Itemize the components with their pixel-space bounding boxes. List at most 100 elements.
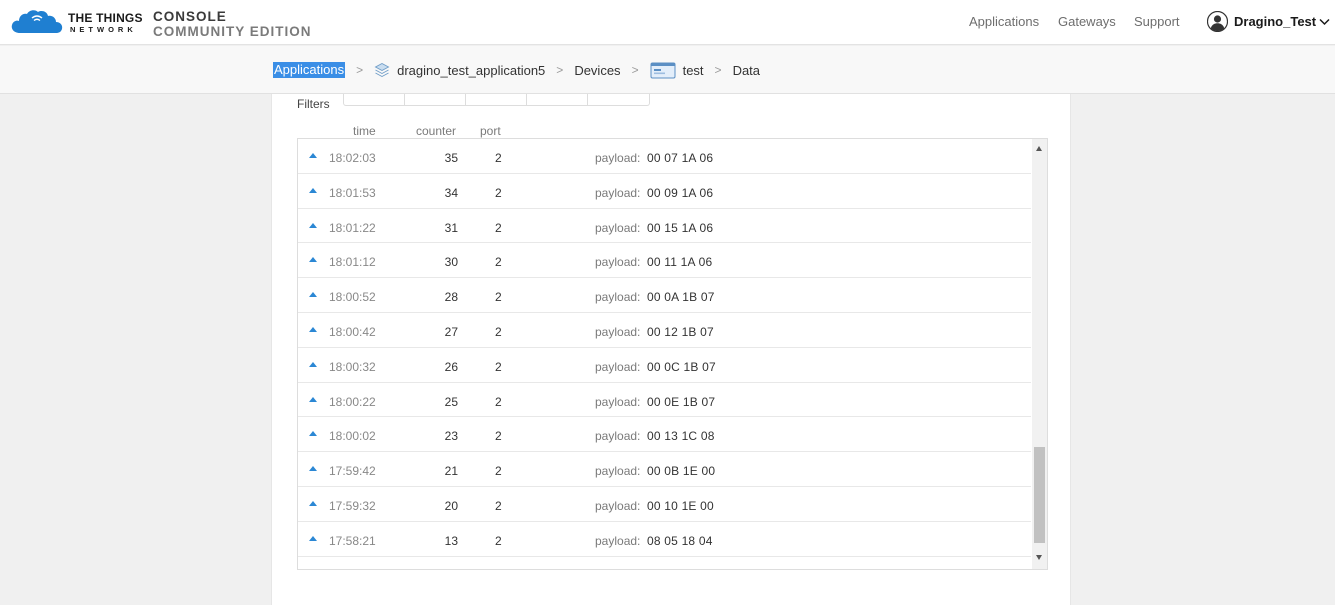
table-row[interactable]: 18:00:22 25 2 payload: 00 0E 1B 07 [298, 383, 1031, 418]
payload-label: payload: [595, 429, 641, 444]
triangle-up-icon[interactable] [309, 222, 317, 228]
triangle-up-icon[interactable] [309, 396, 317, 402]
breadcrumb-application[interactable]: dragino_test_application5 [397, 63, 545, 78]
breadcrumb-device[interactable]: test [683, 63, 704, 78]
table-header: time counter port [298, 124, 1048, 138]
nav-support[interactable]: Support [1134, 14, 1180, 29]
scroll-up-icon[interactable] [1036, 146, 1042, 151]
triangle-up-icon[interactable] [309, 153, 317, 158]
payload-label: payload: [595, 533, 641, 548]
filter-tab[interactable] [405, 94, 466, 105]
row-port: 2 [495, 151, 502, 165]
uplink-table[interactable]: 18:02:03 35 2 payload: 00 07 1A 06 18:01:53 34… [297, 138, 1048, 570]
breadcrumb-devices[interactable]: Devices [574, 63, 620, 78]
scrollbar-thumb[interactable] [1034, 447, 1045, 543]
payload-label: payload: [595, 324, 641, 339]
payload-value: 00 0A 1B 07 [647, 290, 715, 305]
table-row[interactable]: 17:59:32 20 2 payload: 00 10 1E 00 [298, 487, 1031, 522]
row-counter: 31 [444, 220, 458, 235]
row-counter: 23 [444, 429, 458, 444]
row-port: 2 [495, 290, 502, 305]
top-header: THE THINGS NETWORK CONSOLE COMMUNITY EDI… [0, 0, 1335, 45]
row-time: 18:01:53 [329, 185, 376, 200]
row-time: 18:00:02 [329, 429, 376, 444]
table-row[interactable]: 17:59:42 21 2 payload: 00 0B 1E 00 [298, 452, 1031, 487]
column-header-port: port [480, 124, 501, 138]
brand-text: THE THINGS NETWORK [68, 12, 143, 34]
product-line1: CONSOLE [153, 9, 227, 24]
filter-tab[interactable] [527, 94, 588, 105]
row-counter: 27 [444, 324, 458, 339]
row-port: 2 [495, 185, 502, 200]
filter-tab[interactable] [466, 94, 527, 105]
triangle-up-icon[interactable] [309, 500, 317, 506]
triangle-up-icon[interactable] [309, 361, 317, 367]
triangle-up-icon[interactable] [309, 535, 317, 541]
brand-line2: NETWORK [70, 25, 137, 34]
breadcrumb-separator-icon: > [556, 63, 564, 77]
brand-line1: THE THINGS [68, 11, 143, 25]
table-row[interactable]: 18:00:52 28 2 payload: 00 0A 1B 07 [298, 278, 1031, 313]
nav-applications[interactable]: Applications [969, 14, 1039, 29]
breadcrumb-data: Data [732, 62, 761, 78]
filter-tab[interactable] [588, 94, 649, 105]
row-port: 2 [495, 429, 502, 444]
row-counter: 30 [444, 255, 458, 270]
breadcrumb-separator-icon: > [631, 63, 639, 77]
payload-label: payload: [595, 290, 641, 305]
triangle-up-icon[interactable] [309, 187, 317, 193]
cloud-logo-icon [11, 10, 63, 33]
row-counter: 21 [444, 464, 458, 479]
triangle-up-icon[interactable] [309, 431, 317, 437]
payload-label: payload: [595, 220, 641, 235]
triangle-up-icon[interactable] [309, 292, 317, 298]
scroll-down-icon[interactable] [1036, 555, 1042, 560]
table-row[interactable]: 18:00:42 27 2 payload: 00 12 1B 07 [298, 313, 1031, 348]
chevron-down-icon [1319, 18, 1330, 26]
payload-value: 00 12 1B 07 [647, 324, 714, 339]
table-row[interactable]: 17:58:21 13 2 payload: 08 05 18 04 [298, 522, 1031, 557]
row-time: 18:00:32 [329, 359, 376, 374]
payload-label: payload: [595, 255, 641, 270]
table-rows: 18:02:03 35 2 payload: 00 07 1A 06 18:01:53 34… [298, 139, 1031, 557]
table-row[interactable]: 18:02:03 35 2 payload: 00 07 1A 06 [298, 139, 1031, 174]
payload-value: 00 0E 1B 07 [647, 394, 716, 409]
triangle-up-icon[interactable] [309, 466, 317, 472]
row-counter: 25 [444, 394, 458, 409]
filter-tabs [343, 94, 650, 106]
row-time: 17:58:21 [329, 533, 376, 548]
payload-value: 00 0B 1E 00 [647, 464, 716, 479]
ttn-logo[interactable] [10, 8, 64, 36]
product-line2: COMMUNITY EDITION [153, 23, 312, 39]
row-time: 18:00:22 [329, 394, 376, 409]
row-time: 18:02:03 [329, 151, 376, 165]
payload-value: 08 05 18 04 [647, 533, 713, 548]
table-row[interactable]: 18:00:02 23 2 payload: 00 13 1C 08 [298, 417, 1031, 453]
row-port: 2 [495, 464, 502, 479]
row-time: 17:59:32 [329, 498, 376, 513]
user-menu[interactable]: Dragino_Test [1207, 10, 1330, 32]
payload-value: 00 13 1C 08 [647, 429, 715, 444]
table-row[interactable]: 18:00:32 26 2 payload: 00 0C 1B 07 [298, 348, 1031, 383]
table-row[interactable]: 18:01:53 34 2 payload: 00 09 1A 06 [298, 174, 1031, 209]
breadcrumb: Applications > dragino_test_application5… [273, 61, 760, 79]
row-counter: 13 [444, 533, 458, 548]
table-row[interactable]: 18:01:22 31 2 payload: 00 15 1A 06 [298, 209, 1031, 244]
row-port: 2 [495, 498, 502, 513]
triangle-up-icon[interactable] [309, 257, 317, 263]
filter-tab[interactable] [344, 94, 405, 105]
breadcrumb-applications[interactable]: Applications [273, 62, 346, 78]
row-time: 18:01:12 [329, 255, 376, 270]
nav-gateways[interactable]: Gateways [1058, 14, 1116, 29]
product-name: CONSOLE COMMUNITY EDITION [153, 10, 312, 38]
row-port: 2 [495, 324, 502, 339]
vertical-scrollbar[interactable] [1032, 139, 1047, 569]
user-avatar-icon [1207, 10, 1228, 32]
data-panel: Filters time counter port 18:02:03 35 2 pay… [271, 94, 1071, 605]
table-row[interactable]: 18:01:12 30 2 payload: 00 11 1A 06 [298, 243, 1031, 279]
breadcrumb-separator-icon: > [356, 63, 364, 77]
row-time: 18:00:52 [329, 290, 376, 305]
triangle-up-icon[interactable] [309, 326, 317, 332]
payload-label: payload: [595, 185, 641, 200]
row-port: 2 [495, 220, 502, 235]
